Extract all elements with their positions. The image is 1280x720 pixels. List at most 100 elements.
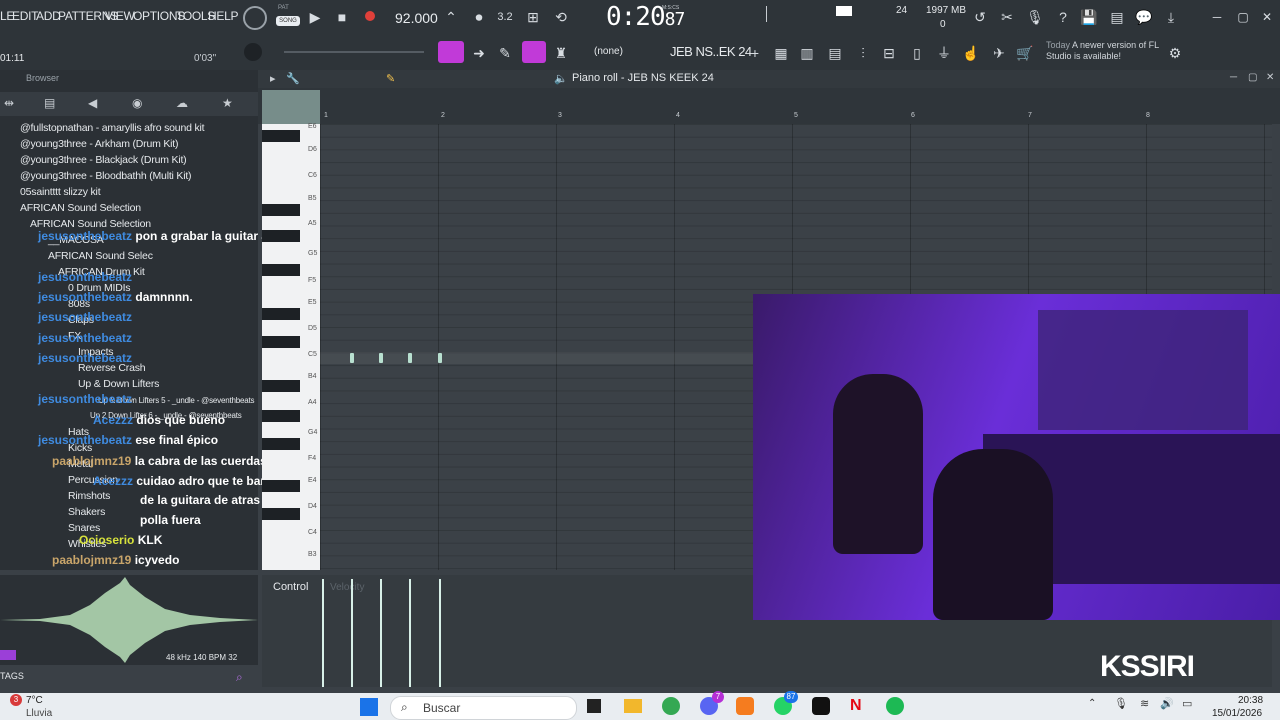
timeline-ruler[interactable]: 1 2 3 4 5 6 7 8 bbox=[258, 88, 1280, 124]
windows-start-icon[interactable] bbox=[360, 698, 378, 716]
sample-waveform[interactable]: 48 kHz 140 BPM 32 bbox=[0, 575, 258, 665]
note[interactable] bbox=[408, 353, 412, 363]
tree-item[interactable]: 05saintttt slizzy kit bbox=[20, 186, 101, 198]
cloud-icon[interactable]: ☁ bbox=[176, 96, 188, 110]
pr-maximize-icon[interactable]: ▢ bbox=[1248, 72, 1257, 83]
volume-icon[interactable]: 🔊 bbox=[1160, 697, 1174, 710]
chrome-icon[interactable] bbox=[662, 697, 680, 715]
playlist-icon[interactable]: ▦ bbox=[772, 44, 790, 62]
clock-time[interactable]: 20:38 bbox=[1238, 695, 1263, 706]
tray-mic-icon[interactable]: 🎙 bbox=[1114, 697, 1128, 710]
stop-icon[interactable]: ■ bbox=[333, 8, 351, 26]
clock-date[interactable]: 15/01/2026 bbox=[1212, 708, 1262, 719]
sliders-icon[interactable]: ⫶ bbox=[854, 44, 872, 62]
add-pattern-icon[interactable]: + bbox=[746, 44, 764, 62]
metronome-icon[interactable]: ⌃ bbox=[442, 8, 460, 26]
streaming-app-icon[interactable] bbox=[812, 697, 830, 715]
play-icon[interactable]: ▶ bbox=[306, 8, 324, 26]
cart-icon[interactable]: 🛒 bbox=[1016, 44, 1034, 62]
velocity-bar[interactable] bbox=[409, 579, 411, 687]
channel-rack-icon[interactable]: ▥ bbox=[798, 44, 816, 62]
taskbar-search[interactable]: ⌕ Buscar bbox=[390, 696, 577, 720]
tree-item[interactable]: @young3three - Blackjack (Drum Kit) bbox=[20, 154, 187, 166]
weather-condition[interactable]: Lluvia bbox=[26, 708, 52, 719]
menu-add[interactable]: ADD bbox=[36, 9, 61, 23]
pr-close-icon[interactable]: ✕ bbox=[1266, 72, 1274, 83]
menu-edit[interactable]: EDIT bbox=[12, 9, 38, 23]
snap-selector[interactable]: (none) bbox=[594, 46, 623, 57]
black-key[interactable] bbox=[262, 130, 300, 142]
loop-record-icon[interactable]: ⟲ bbox=[552, 8, 570, 26]
stamp-icon[interactable]: ♜ bbox=[552, 44, 570, 62]
pattern-selector[interactable]: JEB NS..EK 24 bbox=[670, 44, 752, 59]
black-key[interactable] bbox=[262, 336, 300, 348]
black-key[interactable] bbox=[262, 438, 300, 450]
touch-icon[interactable]: ☝ bbox=[962, 44, 980, 62]
tag-search-icon[interactable]: ⌕ bbox=[236, 670, 243, 685]
menu-help[interactable]: HELP bbox=[208, 9, 238, 23]
black-key[interactable] bbox=[262, 480, 300, 492]
record-icon[interactable] bbox=[365, 11, 375, 21]
arrow-icon[interactable]: ➜ bbox=[470, 44, 488, 62]
pr-minimize-icon[interactable]: ─ bbox=[1230, 72, 1237, 83]
master-pitch-slider[interactable] bbox=[284, 51, 424, 53]
tree-item[interactable]: AFRICAN Sound Selection bbox=[20, 202, 141, 214]
song-mode-toggle[interactable]: SONG bbox=[276, 16, 300, 26]
pencil-icon[interactable]: ✎ bbox=[496, 44, 514, 62]
master-volume-knob[interactable] bbox=[243, 6, 267, 30]
project-icon[interactable]: ▯ bbox=[908, 44, 926, 62]
task-view-icon[interactable] bbox=[587, 699, 601, 713]
battery-icon[interactable]: ▭ bbox=[1182, 697, 1192, 710]
file-explorer-icon[interactable] bbox=[624, 699, 642, 713]
tree-item[interactable]: @young3three - Arkham (Drum Kit) bbox=[20, 138, 179, 150]
mixer-icon[interactable]: ▤ bbox=[826, 44, 844, 62]
pat-mode-label[interactable]: PAT bbox=[278, 5, 289, 11]
wait-input-icon[interactable]: ⏺ bbox=[470, 8, 488, 26]
tools-icon[interactable]: ✈ bbox=[990, 44, 1008, 62]
note[interactable] bbox=[438, 353, 442, 363]
speaker-icon[interactable]: 🔈 bbox=[554, 72, 568, 85]
pitch-knob[interactable] bbox=[244, 43, 262, 61]
undo-icon[interactable]: ↺ bbox=[971, 8, 989, 26]
netflix-icon[interactable]: N bbox=[850, 697, 864, 715]
mic-icon[interactable]: 🎙 bbox=[1026, 8, 1044, 26]
velocity-bar[interactable] bbox=[322, 579, 324, 687]
velocity-bar[interactable] bbox=[439, 579, 441, 687]
plugins-icon[interactable]: ◉ bbox=[132, 96, 142, 110]
black-key[interactable] bbox=[262, 308, 300, 320]
velocity-bar[interactable] bbox=[351, 579, 353, 687]
news-icon[interactable]: ⚙ bbox=[1166, 44, 1184, 62]
tree-item[interactable]: @fullstopnathan - amaryllis afro sound k… bbox=[20, 122, 205, 134]
magnet-icon[interactable]: 🔧 bbox=[286, 72, 300, 85]
files-icon[interactable]: ▤ bbox=[44, 96, 55, 110]
note[interactable] bbox=[379, 353, 383, 363]
countdown-icon[interactable]: 3.2 bbox=[496, 8, 514, 26]
tree-item[interactable]: @young3three - Bloodbathh (Multi Kit) bbox=[20, 170, 192, 182]
browser-icon[interactable]: ⊟ bbox=[880, 44, 898, 62]
control-label[interactable]: Control bbox=[273, 581, 308, 593]
all-icon[interactable]: ⇹ bbox=[4, 96, 14, 110]
help-icon[interactable]: ? bbox=[1054, 8, 1072, 26]
black-key[interactable] bbox=[262, 410, 300, 422]
weather-temp[interactable]: 7°C bbox=[26, 695, 43, 706]
news-panel[interactable]: Today A newer version of FL Studio is av… bbox=[1046, 40, 1166, 62]
note[interactable] bbox=[350, 353, 354, 363]
black-key[interactable] bbox=[262, 380, 300, 392]
favorites-icon[interactable]: ★ bbox=[222, 96, 233, 110]
audio-icon[interactable]: ◀ bbox=[88, 96, 97, 110]
black-key[interactable] bbox=[262, 264, 300, 276]
black-key[interactable] bbox=[262, 230, 300, 242]
tempo-display[interactable]: 92.000 bbox=[395, 10, 438, 26]
download-icon[interactable]: ⤓ bbox=[1162, 8, 1180, 26]
chat-icon[interactable]: 💬 bbox=[1135, 8, 1153, 26]
tray-chevron-icon[interactable]: ⌃ bbox=[1088, 698, 1096, 709]
close-icon[interactable]: ✕ bbox=[1258, 8, 1276, 26]
plugin-icon[interactable]: ⏚ bbox=[935, 44, 953, 62]
black-key[interactable] bbox=[262, 508, 300, 520]
save-icon[interactable]: 💾 bbox=[1080, 8, 1098, 26]
tools-menu-icon[interactable]: ▸ bbox=[270, 72, 276, 85]
cut-icon[interactable]: ✂ bbox=[998, 8, 1016, 26]
maximize-icon[interactable]: ▢ bbox=[1234, 8, 1252, 26]
render-icon[interactable]: ▤ bbox=[1108, 8, 1126, 26]
piano-keyboard[interactable]: E6 D6 C6 B5 A5 G5 F5 E5 D5 C5 B4 A4 G4 F… bbox=[262, 123, 320, 570]
